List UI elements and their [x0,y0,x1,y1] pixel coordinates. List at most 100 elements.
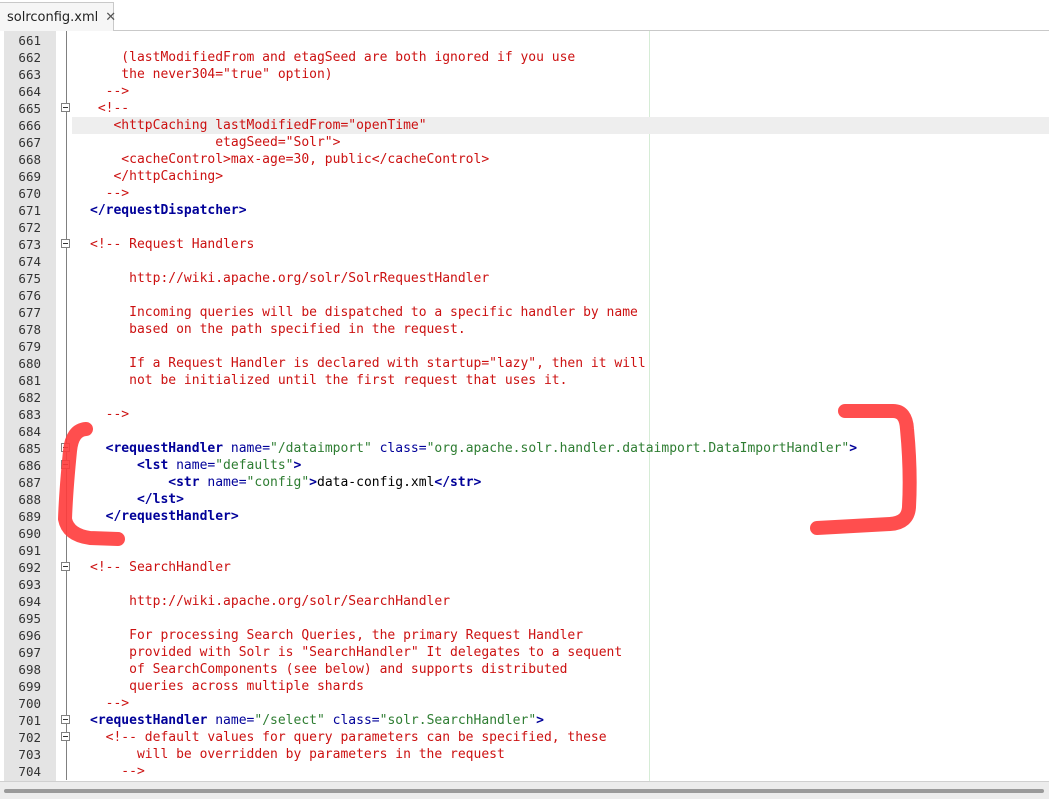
code-line[interactable]: 702 <!-- default values for query parame… [0,729,1049,746]
code-line[interactable]: 694 http://wiki.apache.org/solr/SearchHa… [0,593,1049,610]
code-line-content[interactable]: <httpCaching lastModifiedFrom="openTime" [72,117,1049,134]
close-icon[interactable]: ✕ [105,10,116,25]
code-line-content[interactable]: http://wiki.apache.org/solr/SearchHandle… [72,593,1049,610]
code-line-content[interactable] [72,542,1049,559]
code-line-content[interactable]: not be initialized until the first reque… [72,372,1049,389]
scroll-thumb[interactable] [4,789,1044,793]
code-line[interactable]: 691 [0,542,1049,559]
code-line-content[interactable] [72,525,1049,542]
code-line[interactable]: 701 <requestHandler name="/select" class=… [0,712,1049,729]
code-line-content[interactable]: </httpCaching> [72,168,1049,185]
code-line-content[interactable]: --> [72,83,1049,100]
code-line[interactable]: 675 http://wiki.apache.org/solr/SolrRequ… [0,270,1049,287]
code-line-content[interactable]: <requestHandler name="/select" class="so… [72,712,1049,729]
code-line-content[interactable]: based on the path specified in the reque… [72,321,1049,338]
code-line[interactable]: 695 [0,610,1049,627]
horizontal-scrollbar[interactable] [0,781,1049,799]
code-line-content[interactable]: <cacheControl>max-age=30, public</cacheC… [72,151,1049,168]
code-line[interactable]: 693 [0,576,1049,593]
code-line[interactable]: 673 <!-- Request Handlers [0,236,1049,253]
code-line-content[interactable]: <requestHandler name="/dataimport" class… [72,440,1049,457]
code-line[interactable]: 663 the never304="true" option) [0,66,1049,83]
code-line[interactable]: 700 --> [0,695,1049,712]
fold-toggle-icon[interactable] [61,562,70,571]
code-line-content[interactable]: <str name="config">data-config.xml</str> [72,474,1049,491]
code-line[interactable]: 703 will be overridden by parameters in … [0,746,1049,763]
code-line[interactable]: 685 <requestHandler name="/dataimport" c… [0,440,1049,457]
code-line[interactable]: 674 [0,253,1049,270]
code-line-content[interactable]: --> [72,763,1049,780]
code-line[interactable]: 676 [0,287,1049,304]
code-line-content[interactable] [72,423,1049,440]
code-line-content[interactable]: </requestHandler> [72,508,1049,525]
code-line[interactable]: 688 </lst> [0,491,1049,508]
code-line[interactable]: 667 etagSeed="Solr"> [0,134,1049,151]
code-line[interactable]: 692 <!-- SearchHandler [0,559,1049,576]
code-line-content[interactable]: If a Request Handler is declared with st… [72,355,1049,372]
code-line-content[interactable] [72,338,1049,355]
code-line[interactable]: 670 --> [0,185,1049,202]
code-line[interactable]: 686 <lst name="defaults"> [0,457,1049,474]
code-line[interactable]: 699 queries across multiple shards [0,678,1049,695]
code-line[interactable]: 698 of SearchComponents (see below) and … [0,661,1049,678]
code-line-content[interactable]: <!-- default values for query parameters… [72,729,1049,746]
code-line[interactable]: 690 [0,525,1049,542]
code-line[interactable]: 687 <str name="config">data-config.xml</… [0,474,1049,491]
code-line-content[interactable] [72,610,1049,627]
code-line-content[interactable]: <lst name="defaults"> [72,457,1049,474]
code-line-content[interactable]: will be overridden by parameters in the … [72,746,1049,763]
code-line-content[interactable]: provided with Solr is "SearchHandler" It… [72,644,1049,661]
code-line-content[interactable]: <!-- Request Handlers [72,236,1049,253]
fold-toggle-icon[interactable] [61,443,70,452]
fold-toggle-icon[interactable] [61,715,70,724]
code-line[interactable]: 680 If a Request Handler is declared wit… [0,355,1049,372]
tab-title[interactable]: solrconfig.xml [7,10,98,25]
code-line-content[interactable]: http://wiki.apache.org/solr/SolrRequestH… [72,270,1049,287]
code-line[interactable]: 677 Incoming queries will be dispatched … [0,304,1049,321]
code-line[interactable]: 704 --> [0,763,1049,780]
code-line-content[interactable]: --> [72,695,1049,712]
code-line-content[interactable]: Incoming queries will be dispatched to a… [72,304,1049,321]
code-line[interactable]: 689 </requestHandler> [0,508,1049,525]
code-line[interactable]: 683 --> [0,406,1049,423]
code-line-content[interactable]: For processing Search Queries, the prima… [72,627,1049,644]
code-line[interactable]: 668 <cacheControl>max-age=30, public</ca… [0,151,1049,168]
code-line-content[interactable]: --> [72,406,1049,423]
code-line[interactable]: 684 [0,423,1049,440]
code-line[interactable]: 681 not be initialized until the first r… [0,372,1049,389]
code-line-content[interactable]: queries across multiple shards [72,678,1049,695]
code-line[interactable]: 665 <!-- [0,100,1049,117]
file-tab[interactable]: solrconfig.xml ✕ [0,2,116,31]
code-line-content[interactable]: etagSeed="Solr"> [72,134,1049,151]
code-line-content[interactable]: of SearchComponents (see below) and supp… [72,661,1049,678]
fold-toggle-icon[interactable] [61,239,70,248]
code-line[interactable]: 666 <httpCaching lastModifiedFrom="openT… [0,117,1049,134]
code-line[interactable]: 672 [0,219,1049,236]
code-line[interactable]: 679 [0,338,1049,355]
code-editor[interactable]: 661 662 (lastModifiedFrom and etagSeed ar… [0,31,1049,781]
code-line-content[interactable] [72,253,1049,270]
code-line-content[interactable] [72,287,1049,304]
fold-toggle-icon[interactable] [61,460,70,469]
code-line-content[interactable]: </requestDispatcher> [72,202,1049,219]
code-line-content[interactable]: --> [72,185,1049,202]
code-line-content[interactable] [72,219,1049,236]
fold-toggle-icon[interactable] [61,732,70,741]
code-line-content[interactable]: </lst> [72,491,1049,508]
code-line[interactable]: 671 </requestDispatcher> [0,202,1049,219]
code-line-content[interactable]: (lastModifiedFrom and etagSeed are both … [72,49,1049,66]
code-line[interactable]: 697 provided with Solr is "SearchHandler… [0,644,1049,661]
code-line-content[interactable] [72,576,1049,593]
code-line-content[interactable]: <!-- [72,100,1049,117]
code-line[interactable]: 661 [0,32,1049,49]
code-line[interactable]: 682 [0,389,1049,406]
code-line[interactable]: 696 For processing Search Queries, the p… [0,627,1049,644]
code-line-content[interactable]: the never304="true" option) [72,66,1049,83]
code-line[interactable]: 669 </httpCaching> [0,168,1049,185]
code-line[interactable]: 678 based on the path specified in the r… [0,321,1049,338]
code-line-content[interactable]: <!-- SearchHandler [72,559,1049,576]
code-line-content[interactable] [72,389,1049,406]
fold-toggle-icon[interactable] [61,103,70,112]
code-line[interactable]: 664 --> [0,83,1049,100]
code-line-content[interactable] [72,32,1049,49]
